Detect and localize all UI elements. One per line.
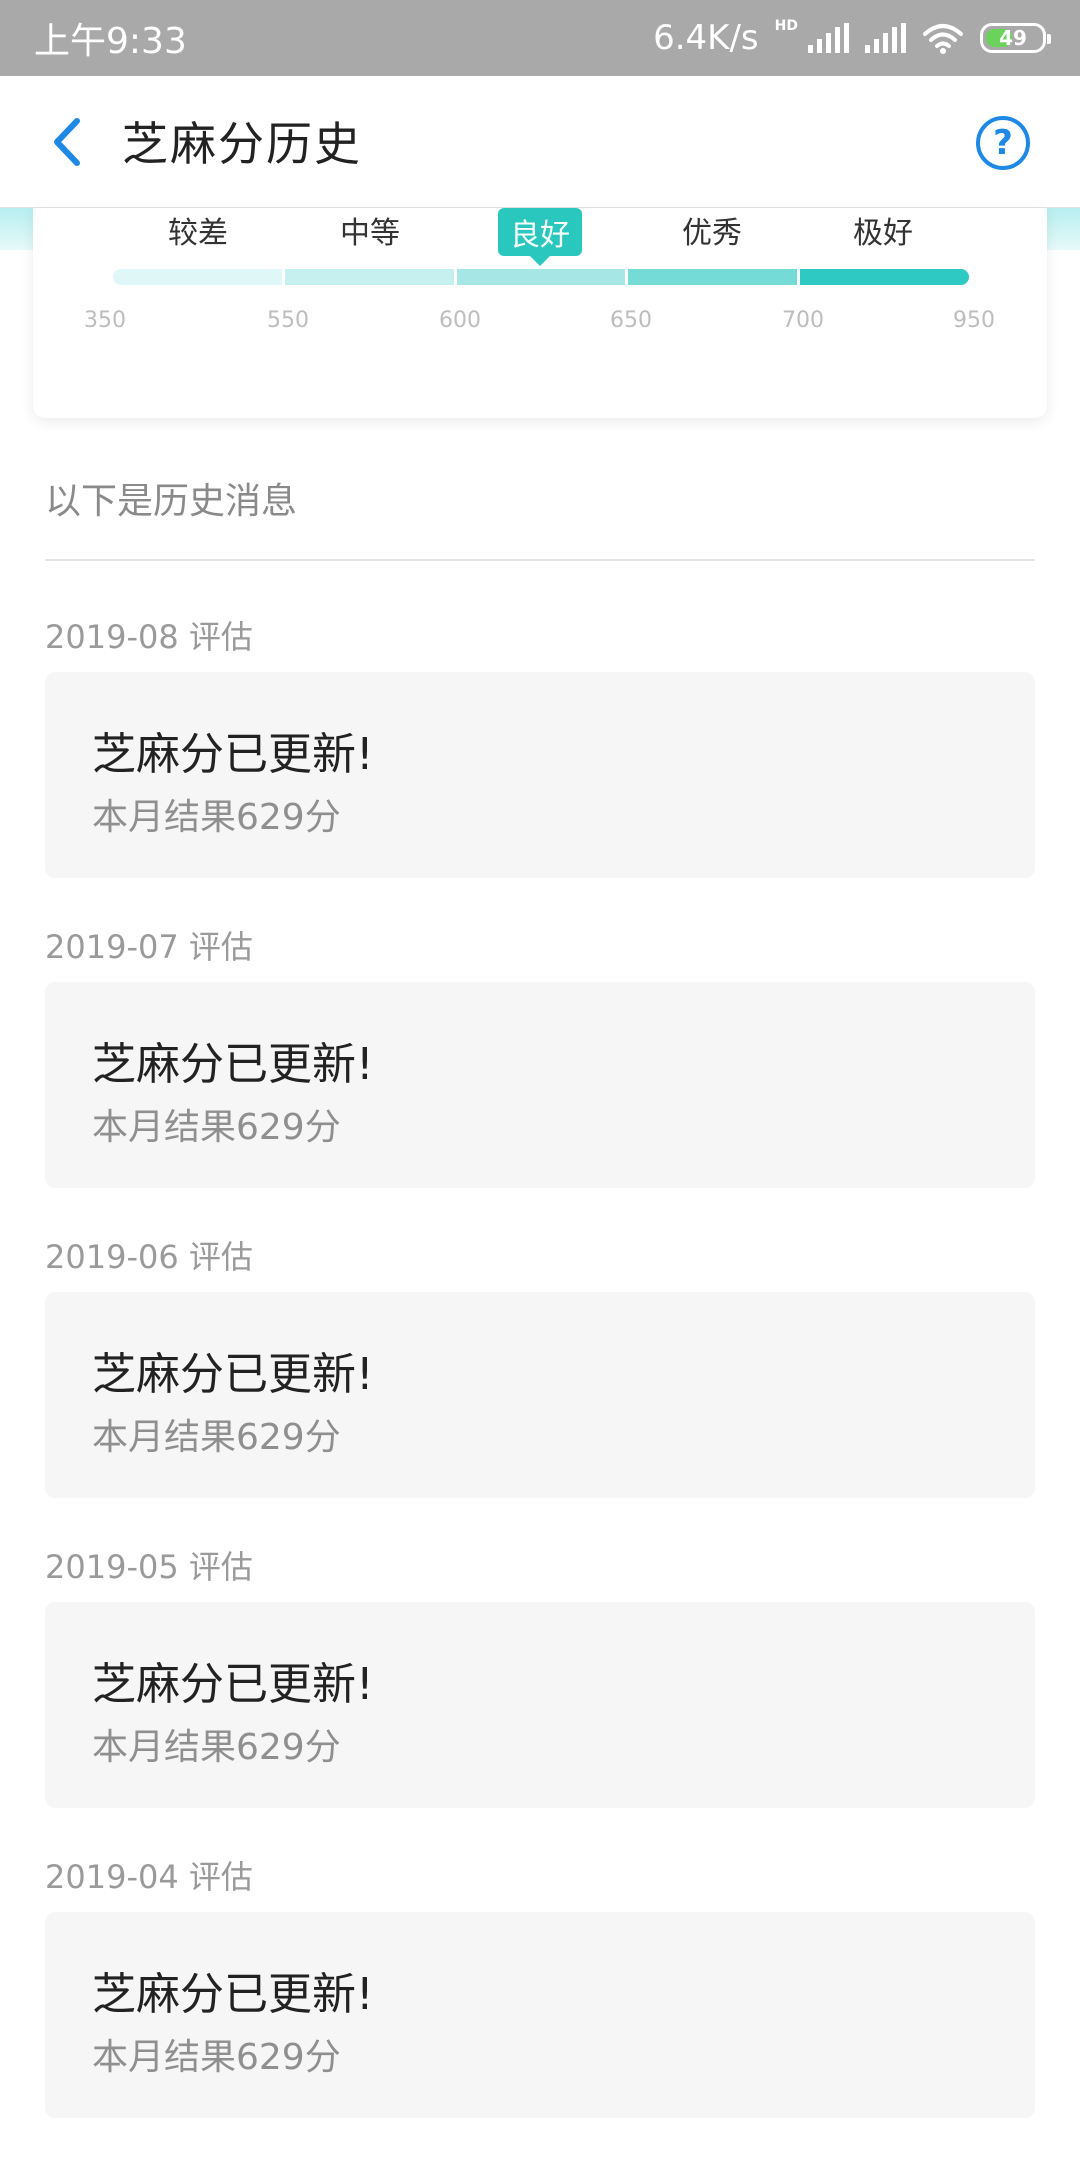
score-tick-5: 950 xyxy=(953,308,995,333)
history-entry-card[interactable]: 芝麻分已更新! 本月结果629分 xyxy=(45,1292,1035,1498)
battery-icon: 49 xyxy=(980,23,1051,53)
history-entry-result: 本月结果629分 xyxy=(92,1417,341,1458)
battery-level: 49 xyxy=(999,26,1027,50)
chevron-left-icon xyxy=(54,118,80,166)
history-entry-title: 芝麻分已更新! xyxy=(92,1969,374,2020)
score-tick-1: 550 xyxy=(267,308,309,333)
history-entry-date: 2019-07 评估 xyxy=(45,928,253,966)
back-button[interactable] xyxy=(42,114,92,170)
score-tick-4: 700 xyxy=(782,308,824,333)
score-tick-3: 650 xyxy=(610,308,652,333)
history-header: 以下是历史消息 xyxy=(45,481,298,522)
network-speed: 6.4K/s xyxy=(653,18,759,58)
status-time: 上午9:33 xyxy=(34,21,187,62)
history-entry-title: 芝麻分已更新! xyxy=(92,1039,374,1090)
status-bar: 上午9:33 6.4K/s HD 49 xyxy=(0,0,1080,76)
history-entry-date: 2019-04 评估 xyxy=(45,1858,253,1896)
help-button[interactable]: ? xyxy=(976,116,1030,170)
scale-segment-0 xyxy=(113,269,282,285)
history-entry-card[interactable]: 芝麻分已更新! 本月结果629分 xyxy=(45,672,1035,878)
cell-signal-icon xyxy=(808,23,849,53)
history-entry-card[interactable]: 芝麻分已更新! 本月结果629分 xyxy=(45,1602,1035,1808)
status-indicators: 6.4K/s HD 49 xyxy=(653,18,1051,58)
history-entry-title: 芝麻分已更新! xyxy=(92,729,374,780)
history-entry-title: 芝麻分已更新! xyxy=(92,1659,374,1710)
divider xyxy=(45,559,1035,561)
history-entry-card[interactable]: 芝麻分已更新! 本月结果629分 xyxy=(45,1912,1035,2118)
history-entry-date: 2019-06 评估 xyxy=(45,1238,253,1276)
history-entry-title: 芝麻分已更新! xyxy=(92,1349,374,1400)
history-entry-card[interactable]: 芝麻分已更新! 本月结果629分 xyxy=(45,982,1035,1188)
history-entry-result: 本月结果629分 xyxy=(92,1727,341,1768)
nav-bar: 芝麻分历史 ? xyxy=(0,76,1080,208)
history-entry-result: 本月结果629分 xyxy=(92,797,341,838)
score-scale-card: 较差 中等 良好 优秀 极好 350 550 600 650 700 950 xyxy=(33,208,1047,418)
history-entry-date: 2019-08 评估 xyxy=(45,618,253,656)
scale-segment-4 xyxy=(800,269,969,285)
score-tick-2: 600 xyxy=(439,308,481,333)
scale-segment-3 xyxy=(628,269,798,285)
hd-badge: HD xyxy=(774,18,798,34)
scale-segment-1 xyxy=(284,269,454,285)
score-scale-bar xyxy=(113,269,969,285)
score-level-1: 中等 xyxy=(340,216,400,251)
history-entry-result: 本月结果629分 xyxy=(92,2037,341,2078)
scale-segment-2 xyxy=(456,269,626,285)
wifi-icon xyxy=(923,24,963,54)
cell-signal-2-icon xyxy=(865,23,906,53)
score-tick-0: 350 xyxy=(84,308,126,333)
score-level-0: 较差 xyxy=(168,216,228,251)
score-level-2: 良好 xyxy=(498,208,582,266)
score-level-4: 极好 xyxy=(853,216,913,251)
question-circle-icon: ? xyxy=(993,123,1013,163)
page-title: 芝麻分历史 xyxy=(122,117,362,171)
history-entry-date: 2019-05 评估 xyxy=(45,1548,253,1586)
score-level-3: 优秀 xyxy=(682,216,742,251)
history-entry-result: 本月结果629分 xyxy=(92,1107,341,1148)
